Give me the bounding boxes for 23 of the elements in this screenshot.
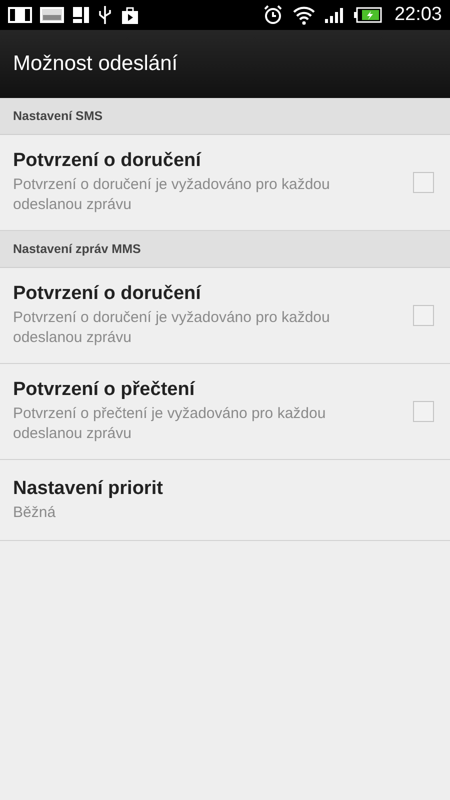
checkbox[interactable] [413,401,434,422]
checkbox[interactable] [413,172,434,193]
battery-icon [354,7,382,23]
section-title: Nastavení SMS [13,109,103,123]
item-summary: Potvrzení o doručení je vyžadováno pro každou odeslanou zprávu [13,308,331,348]
item-title: Potvrzení o doručení [13,283,202,305]
usb-icon [98,5,112,25]
clock-time: 22:03 [394,4,442,26]
alarm-icon [262,4,284,26]
item-summary: Potvrzení o přečtení je vyžadováno pro každou odeslanou zprávu [13,404,327,444]
item-title: Nastavení priorit [13,478,164,500]
wifi-icon [292,5,316,25]
checkbox[interactable] [413,305,434,326]
item-summary: Běžná [13,502,57,522]
play-store-icon [120,5,140,25]
item-title: Potvrzení o přečtení [13,379,196,401]
picture-icon [40,6,64,24]
widgets-icon [72,6,90,24]
screen-title: Možnost odeslání [13,52,178,76]
film-icon [8,6,32,24]
section-title: Nastavení zpráv MMS [13,242,141,256]
item-title: Potvrzení o doručení [13,150,202,172]
item-summary: Potvrzení o doručení je vyžadováno pro každou odeslanou zprávu [13,175,331,215]
